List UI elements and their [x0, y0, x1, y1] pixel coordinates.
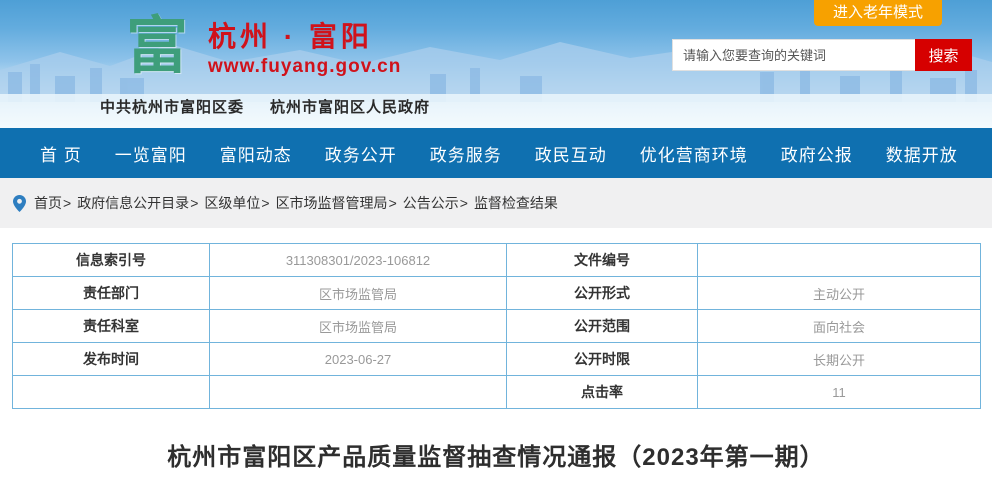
resp-dept-label: 责任部门 [13, 277, 210, 310]
crumb-announcements[interactable]: 公告公示 [403, 193, 459, 213]
table-row: 责任科室 区市场监管局 公开范围 面向社会 [13, 310, 981, 343]
logo-text: 杭州 · 富阳 www.fuyang.gov.cn [208, 10, 401, 80]
search-button[interactable]: 搜索 [915, 39, 972, 71]
org-left: 中共杭州市富阳区委 [100, 99, 244, 116]
crumb-market-bureau[interactable]: 区市场监督管理局 [276, 193, 388, 213]
nav-item-home[interactable]: 首 页 [40, 141, 82, 166]
open-form-label: 公开形式 [507, 277, 698, 310]
publish-date-value: 2023-06-27 [210, 343, 507, 376]
crumb-separator: > [460, 195, 468, 211]
open-scope-value: 面向社会 [698, 310, 981, 343]
logo-seal-icon: 富 [126, 10, 188, 84]
site-header: 富 杭州 · 富阳 www.fuyang.gov.cn 中共杭州市富阳区委 杭州市… [0, 0, 992, 128]
publish-date-label: 发布时间 [13, 343, 210, 376]
article-title: 杭州市富阳区产品质量监督抽查情况通报（2023年第一期） [0, 437, 992, 472]
search-bar: 搜索 [672, 39, 972, 71]
nav-item-gov-info[interactable]: 政务公开 [325, 141, 397, 166]
resp-office-label: 责任科室 [13, 310, 210, 343]
table-row: 责任部门 区市场监管局 公开形式 主动公开 [13, 277, 981, 310]
site-url: www.fuyang.gov.cn [208, 54, 401, 80]
nav-item-gazette[interactable]: 政府公报 [781, 141, 853, 166]
location-pin-icon [13, 195, 26, 212]
click-count-label: 点击率 [507, 376, 698, 409]
nav-item-interaction[interactable]: 政民互动 [535, 141, 607, 166]
crumb-separator: > [63, 195, 71, 211]
crumb-separator: > [389, 195, 397, 211]
crumb-directory[interactable]: 政府信息公开目录 [77, 193, 189, 213]
resp-office-value: 区市场监管局 [210, 310, 507, 343]
org-line: 中共杭州市富阳区委 杭州市富阳区人民政府 [100, 96, 430, 117]
table-row: 点击率 11 [13, 376, 981, 409]
empty-value [210, 376, 507, 409]
empty-label [13, 376, 210, 409]
crumb-separator: > [190, 195, 198, 211]
open-period-value: 长期公开 [698, 343, 981, 376]
site-name: 杭州 · 富阳 [208, 20, 401, 54]
open-scope-label: 公开范围 [507, 310, 698, 343]
crumb-home[interactable]: 首页 [34, 193, 62, 213]
site-logo[interactable]: 富 杭州 · 富阳 www.fuyang.gov.cn [126, 10, 401, 84]
breadcrumb: 首页> 政府信息公开目录> 区级单位> 区市场监督管理局> 公告公示> 监督检查… [0, 178, 992, 228]
click-count-value: 11 [698, 376, 981, 409]
crumb-separator: > [261, 195, 269, 211]
document-info-table: 信息索引号 311308301/2023-106812 文件编号 责任部门 区市… [12, 243, 981, 409]
search-input[interactable] [673, 40, 915, 70]
elder-mode-button[interactable]: 进入老年模式 [814, 0, 942, 26]
open-form-value: 主动公开 [698, 277, 981, 310]
main-nav: 首 页 一览富阳 富阳动态 政务公开 政务服务 政民互动 优化营商环境 政府公报… [0, 128, 992, 178]
info-index-value: 311308301/2023-106812 [210, 244, 507, 277]
table-row: 发布时间 2023-06-27 公开时限 长期公开 [13, 343, 981, 376]
crumb-inspection-results[interactable]: 监督检查结果 [474, 193, 558, 213]
info-index-label: 信息索引号 [13, 244, 210, 277]
nav-item-open-data[interactable]: 数据开放 [886, 141, 958, 166]
doc-number-label: 文件编号 [507, 244, 698, 277]
table-row: 信息索引号 311308301/2023-106812 文件编号 [13, 244, 981, 277]
resp-dept-value: 区市场监管局 [210, 277, 507, 310]
doc-number-value [698, 244, 981, 277]
nav-item-business-env[interactable]: 优化营商环境 [640, 141, 748, 166]
org-right: 杭州市富阳区人民政府 [270, 99, 430, 116]
nav-item-overview[interactable]: 一览富阳 [115, 141, 187, 166]
nav-item-news[interactable]: 富阳动态 [220, 141, 292, 166]
nav-item-gov-service[interactable]: 政务服务 [430, 141, 502, 166]
open-period-label: 公开时限 [507, 343, 698, 376]
crumb-district-units[interactable]: 区级单位 [204, 193, 260, 213]
